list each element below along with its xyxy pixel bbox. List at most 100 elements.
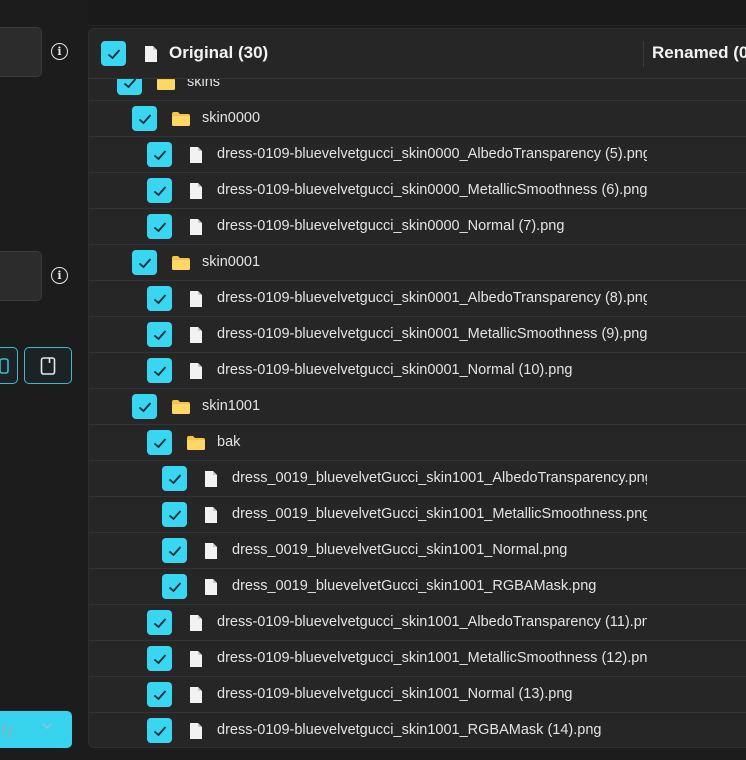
info-icon[interactable]: i (51, 267, 68, 284)
file-icon (190, 363, 202, 379)
folder-icon (187, 436, 205, 450)
file-name: dress_0019_bluevelvetGucci_skin1001_Albe… (232, 470, 647, 486)
file-name: dress-0109-bluevelvetgucci_skin0000_Norm… (217, 218, 565, 234)
row-checkbox[interactable] (132, 394, 157, 419)
row-checkbox[interactable] (162, 502, 187, 527)
input-field-1[interactable] (0, 27, 42, 77)
file-name: dress-0109-bluevelvetgucci_skin1001_Norm… (217, 686, 573, 702)
file-name: dress-0109-bluevelvetgucci_skin1001_RGBA… (217, 722, 602, 738)
apply-button[interactable]: ly (0, 711, 72, 748)
row-checkbox[interactable] (147, 286, 172, 311)
column-renamed-header[interactable]: Renamed (0 (652, 43, 746, 63)
tree-file-row[interactable]: dress-0109-bluevelvetgucci_skin0000_Albe… (89, 137, 746, 173)
column-divider[interactable] (643, 41, 644, 67)
file-icon (145, 46, 157, 62)
folder-name: bak (217, 434, 241, 450)
row-checkbox[interactable] (147, 178, 172, 203)
tree-folder-row[interactable]: skin0001 (89, 245, 746, 281)
folder-icon (172, 400, 190, 414)
file-icon (205, 471, 217, 487)
check-icon (153, 725, 166, 736)
row-checkbox[interactable] (147, 646, 172, 671)
frame-button[interactable] (0, 347, 18, 384)
check-icon (153, 221, 166, 232)
file-icon (190, 183, 202, 199)
frame-icon (0, 357, 9, 374)
check-icon (153, 689, 166, 700)
tree-header: Original (30) Renamed (0 (89, 29, 746, 79)
check-icon (153, 365, 166, 376)
file-icon (190, 291, 202, 307)
file-icon (190, 219, 202, 235)
folder-name: skin0001 (202, 254, 261, 270)
check-icon (138, 257, 151, 268)
row-checkbox[interactable] (147, 718, 172, 743)
file-icon (190, 147, 202, 163)
check-icon (153, 437, 166, 448)
tablet-button[interactable] (24, 347, 72, 384)
row-checkbox[interactable] (132, 250, 157, 275)
row-checkbox[interactable] (162, 538, 187, 563)
file-icon (190, 723, 202, 739)
tree-folder-row[interactable]: skin1001 (89, 389, 746, 425)
tree-file-row[interactable]: dress-0109-bluevelvetgucci_skin1001_RGBA… (89, 713, 746, 747)
select-all-checkbox[interactable] (101, 41, 126, 66)
folder-icon (172, 112, 190, 126)
check-icon (153, 185, 166, 196)
file-name: dress_0019_bluevelvetGucci_skin1001_Norm… (232, 542, 568, 558)
tree-file-row[interactable]: dress-0109-bluevelvetgucci_skin0001_Norm… (89, 353, 746, 389)
file-icon (190, 615, 202, 631)
tree-file-row[interactable]: dress-0109-bluevelvetgucci_skin1001_Norm… (89, 677, 746, 713)
check-icon (168, 509, 181, 520)
row-checkbox[interactable] (147, 610, 172, 635)
file-icon (205, 579, 217, 595)
tree-file-row[interactable]: dress-0109-bluevelvetgucci_skin0001_Meta… (89, 317, 746, 353)
file-name: dress-0109-bluevelvetgucci_skin1001_Meta… (217, 650, 647, 666)
file-name: dress-0109-bluevelvetgucci_skin0000_Albe… (217, 146, 647, 162)
file-icon (190, 651, 202, 667)
tree-file-row[interactable]: dress_0019_bluevelvetGucci_skin1001_Meta… (89, 497, 746, 533)
check-icon (153, 149, 166, 160)
row-checkbox[interactable] (147, 682, 172, 707)
tree-file-row[interactable]: dress-0109-bluevelvetgucci_skin0001_Albe… (89, 281, 746, 317)
check-icon (168, 473, 181, 484)
file-name: dress_0019_bluevelvetGucci_skin1001_Meta… (232, 506, 647, 522)
column-original-header[interactable]: Original (30) (169, 43, 268, 63)
tree-file-row[interactable]: dress-0109-bluevelvetgucci_skin0000_Meta… (89, 173, 746, 209)
tree-file-row[interactable]: dress_0019_bluevelvetGucci_skin1001_Norm… (89, 533, 746, 569)
tree-folder-row[interactable]: skin0000 (89, 101, 746, 137)
tree-file-row[interactable]: dress-0109-bluevelvetgucci_skin1001_Meta… (89, 641, 746, 677)
row-checkbox[interactable] (162, 466, 187, 491)
row-checkbox[interactable] (132, 106, 157, 131)
file-tree-panel: skins skin0000 dress-0109-bluevelvetgucci_… (88, 28, 746, 748)
input-field-2[interactable] (0, 251, 42, 301)
check-icon (107, 48, 120, 59)
file-name: dress-0109-bluevelvetgucci_skin0001_Meta… (217, 326, 647, 342)
folder-icon (172, 256, 190, 270)
tree-folder-row[interactable]: bak (89, 425, 746, 461)
row-checkbox[interactable] (162, 574, 187, 599)
check-icon (138, 113, 151, 124)
file-icon (205, 543, 217, 559)
row-checkbox[interactable] (147, 322, 172, 347)
row-checkbox[interactable] (147, 430, 172, 455)
tree-file-row[interactable]: dress-0109-bluevelvetgucci_skin0000_Norm… (89, 209, 746, 245)
folder-name: skin0000 (202, 110, 261, 126)
apply-button-label: ly (1, 719, 14, 739)
check-icon (138, 401, 151, 412)
row-checkbox[interactable] (147, 142, 172, 167)
tree-file-row[interactable]: dress_0019_bluevelvetGucci_skin1001_RGBA… (89, 569, 746, 605)
file-name: dress-0109-bluevelvetgucci_skin0001_Norm… (217, 362, 573, 378)
chevron-down-icon[interactable] (42, 721, 52, 731)
file-icon (205, 507, 217, 523)
file-icon (190, 687, 202, 703)
file-icon (190, 327, 202, 343)
tree-file-row[interactable]: dress_0019_bluevelvetGucci_skin1001_Albe… (89, 461, 746, 497)
row-checkbox[interactable] (147, 214, 172, 239)
row-checkbox[interactable] (147, 358, 172, 383)
tablet-icon (40, 356, 56, 375)
file-name: dress-0109-bluevelvetgucci_skin1001_Albe… (217, 614, 647, 630)
info-icon[interactable]: i (51, 43, 68, 60)
top-bar (0, 0, 746, 26)
tree-file-row[interactable]: dress-0109-bluevelvetgucci_skin1001_Albe… (89, 605, 746, 641)
